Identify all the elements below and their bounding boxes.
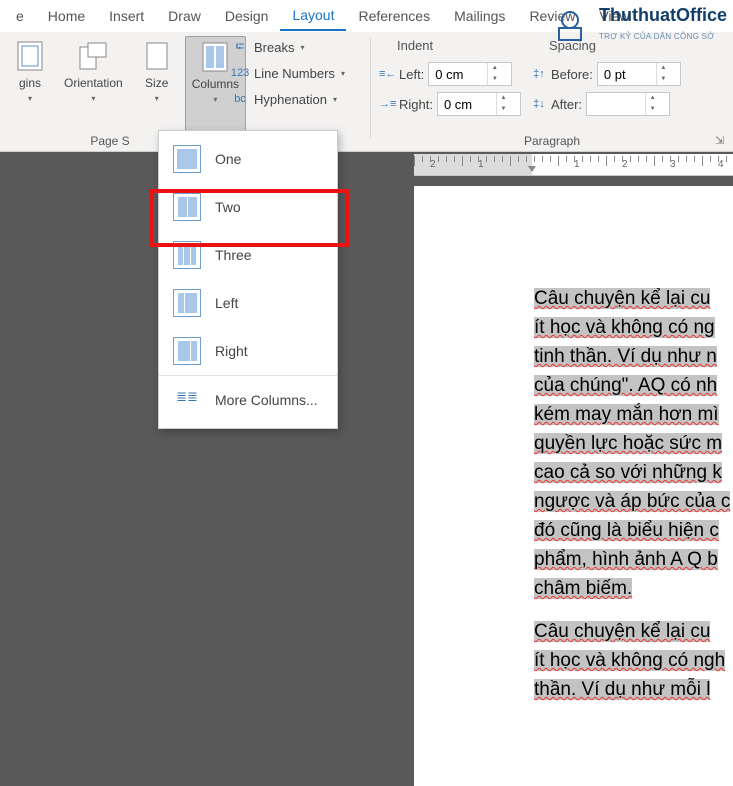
columns-three-item[interactable]: Three xyxy=(159,231,337,279)
spacing-before-icon: ‡↑ xyxy=(531,68,547,80)
indent-header: Indent xyxy=(379,38,521,58)
spacing-before-label: Before: xyxy=(551,67,593,82)
more-columns-icon: ≣≣ xyxy=(173,386,201,414)
spacing-after-icon: ‡↓ xyxy=(531,98,547,110)
hyphenation-button[interactable]: bc Hyphenation ▾ xyxy=(228,88,362,110)
margins-label: gins xyxy=(19,76,41,90)
document-area: 2 1 1 2 3 4 Câu chuyện kể lại cu ít học … xyxy=(414,154,733,678)
breaks-label: Breaks xyxy=(254,40,294,55)
spin-down[interactable]: ▼ xyxy=(645,104,659,115)
indent-left-spinbox[interactable]: ▲▼ xyxy=(428,62,512,86)
watermark-logo: ThuthuatOffice TRỢ KỶ CỦA DÂN CÔNG SỞ xyxy=(545,4,727,44)
line-numbers-button[interactable]: 123 Line Numbers ▾ xyxy=(228,62,362,84)
indent-right-icon: →≡ xyxy=(379,98,395,110)
columns-two-icon xyxy=(173,193,201,221)
indent-right-label: Right: xyxy=(399,97,433,112)
columns-one-item[interactable]: One xyxy=(159,135,337,183)
tab-draw[interactable]: Draw xyxy=(156,2,213,30)
chevron-down-icon: ▾ xyxy=(213,95,217,104)
indent-left-label: Left: xyxy=(399,67,424,82)
watermark-subtitle: TRỢ KỶ CỦA DÂN CÔNG SỞ xyxy=(599,32,714,41)
columns-left-item[interactable]: Left xyxy=(159,279,337,327)
size-button[interactable]: Size ▾ xyxy=(135,36,179,134)
columns-two-item[interactable]: Two xyxy=(159,183,337,231)
spin-down[interactable]: ▼ xyxy=(496,104,510,115)
orientation-label: Orientation xyxy=(64,76,123,90)
spin-down[interactable]: ▼ xyxy=(656,74,670,85)
line-numbers-icon: 123 xyxy=(232,65,248,81)
columns-more-item[interactable]: ≣≣ More Columns... xyxy=(159,375,337,424)
indent-left-icon: ≡← xyxy=(379,68,395,80)
paragraph-group-label: Paragraph xyxy=(379,134,725,152)
columns-left-label: Left xyxy=(215,295,238,311)
spin-up[interactable]: ▲ xyxy=(656,63,670,74)
spin-down[interactable]: ▼ xyxy=(487,74,501,85)
paragraph-dialog-launcher[interactable]: ⇲ xyxy=(715,134,729,148)
spin-up[interactable]: ▲ xyxy=(645,93,659,104)
columns-two-label: Two xyxy=(215,199,241,215)
columns-one-icon xyxy=(173,145,201,173)
indent-right-input[interactable] xyxy=(438,93,496,115)
doc-paragraph-1[interactable]: Câu chuyện kể lại cu ít học và không có … xyxy=(534,284,733,603)
indent-left-input[interactable] xyxy=(429,63,487,85)
document-page[interactable]: Câu chuyện kể lại cu ít học và không có … xyxy=(414,186,733,786)
chevron-down-icon: ▾ xyxy=(300,43,304,52)
tab-file[interactable]: e xyxy=(4,2,36,30)
logo-icon xyxy=(545,4,595,44)
margins-button[interactable]: gins ▾ xyxy=(8,36,52,134)
spin-up[interactable]: ▲ xyxy=(496,93,510,104)
chevron-down-icon: ▾ xyxy=(341,69,345,78)
spacing-after-label: After: xyxy=(551,97,582,112)
chevron-down-icon: ▾ xyxy=(91,94,95,103)
spacing-before-input[interactable] xyxy=(598,63,656,85)
orientation-icon xyxy=(77,40,109,72)
watermark-title: ThuthuatOffice xyxy=(599,5,727,25)
tab-layout[interactable]: Layout xyxy=(280,1,346,31)
columns-three-label: Three xyxy=(215,247,252,263)
line-numbers-label: Line Numbers xyxy=(254,66,335,81)
columns-one-label: One xyxy=(215,151,241,167)
margins-icon xyxy=(14,40,46,72)
horizontal-ruler[interactable]: 2 1 1 2 3 4 xyxy=(414,154,733,176)
tab-insert[interactable]: Insert xyxy=(97,2,156,30)
columns-three-icon xyxy=(173,241,201,269)
columns-dropdown: One Two Three Left Right ≣≣ More Columns… xyxy=(158,130,338,429)
indent-right-spinbox[interactable]: ▲▼ xyxy=(437,92,521,116)
spin-up[interactable]: ▲ xyxy=(487,63,501,74)
hyphenation-icon: bc xyxy=(232,91,248,107)
columns-right-icon xyxy=(173,337,201,365)
tab-mailings[interactable]: Mailings xyxy=(442,2,517,30)
tab-design[interactable]: Design xyxy=(213,2,281,30)
columns-right-label: Right xyxy=(215,343,248,359)
size-icon xyxy=(141,40,173,72)
breaks-icon: ⮓ xyxy=(232,39,248,55)
spacing-before-spinbox[interactable]: ▲▼ xyxy=(597,62,681,86)
ribbon-body: gins ▾ Orientation ▾ Size ▾ Columns ▾ Pa… xyxy=(0,32,733,152)
columns-left-icon xyxy=(173,289,201,317)
chevron-down-icon: ▾ xyxy=(155,94,159,103)
doc-paragraph-2[interactable]: Câu chuyện kể lại cu ít học và không có … xyxy=(534,617,733,704)
tab-references[interactable]: References xyxy=(346,2,442,30)
breaks-button[interactable]: ⮓ Breaks ▾ xyxy=(228,36,362,58)
chevron-down-icon: ▾ xyxy=(28,94,32,103)
orientation-button[interactable]: Orientation ▾ xyxy=(58,36,129,134)
columns-right-item[interactable]: Right xyxy=(159,327,337,375)
spacing-after-spinbox[interactable]: ▲▼ xyxy=(586,92,670,116)
tab-home[interactable]: Home xyxy=(36,2,97,30)
chevron-down-icon: ▾ xyxy=(333,95,337,104)
size-label: Size xyxy=(145,76,168,90)
hyphenation-label: Hyphenation xyxy=(254,92,327,107)
spacing-after-input[interactable] xyxy=(587,93,645,115)
columns-more-label: More Columns... xyxy=(215,392,318,408)
